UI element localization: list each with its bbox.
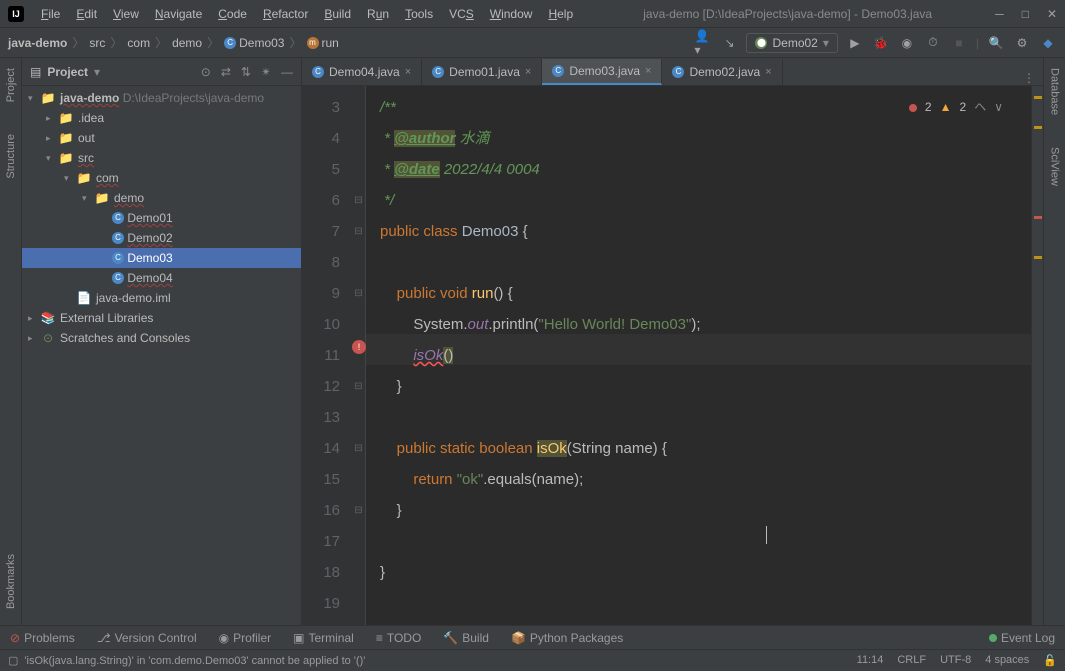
tabs-more-icon[interactable]: ⋮ xyxy=(1015,71,1043,85)
tree-file-demo02[interactable]: C Demo02 xyxy=(22,228,301,248)
expand-icon[interactable]: ⇄ xyxy=(221,65,231,79)
status-message: 'isOk(java.lang.String)' in 'com.demo.De… xyxy=(24,655,365,667)
project-tree: ▾📁java-demo D:\IdeaProjects\java-demo ▸📁… xyxy=(22,86,301,625)
menu-view[interactable]: View xyxy=(106,4,146,24)
tree-scratches[interactable]: ▸⊙Scratches and Consoles xyxy=(22,328,301,348)
tool-problems[interactable]: ⊘Problems xyxy=(10,631,75,645)
panel-mode-dropdown[interactable]: ▾ xyxy=(94,65,100,79)
gear-icon[interactable]: ✴ xyxy=(261,65,271,79)
run-button[interactable]: ▶ xyxy=(846,34,864,52)
menu-edit[interactable]: Edit xyxy=(69,4,104,24)
tree-file-demo01[interactable]: C Demo01 xyxy=(22,208,301,228)
status-indent[interactable]: 4 spaces xyxy=(985,654,1029,667)
tree-file-demo04[interactable]: C Demo04 xyxy=(22,268,301,288)
tool-vcs[interactable]: ⎇Version Control xyxy=(97,631,197,645)
menu-vcs[interactable]: VCS xyxy=(442,4,481,24)
menu-build[interactable]: Build xyxy=(317,4,358,24)
hide-icon[interactable]: — xyxy=(281,65,293,79)
maximize-button[interactable]: □ xyxy=(1022,7,1029,21)
tree-idea[interactable]: ▸📁.idea xyxy=(22,108,301,128)
panel-title: Project xyxy=(47,65,88,79)
tab-demo02[interactable]: CDemo02.java× xyxy=(662,59,782,85)
close-button[interactable]: ✕ xyxy=(1047,7,1057,21)
tool-bookmarks[interactable]: Bookmarks xyxy=(3,548,19,615)
crumb-demo[interactable]: demo xyxy=(172,36,202,50)
select-file-icon[interactable]: ⊙ xyxy=(201,65,211,79)
tool-build[interactable]: 🔨Build xyxy=(443,631,489,645)
breadcrumb: java-demo〉 src〉 com〉 demo〉 CDemo03〉 mrun xyxy=(8,34,339,51)
crumb-project[interactable]: java-demo xyxy=(8,36,67,50)
editor-tabs: CDemo04.java× CDemo01.java× CDemo03.java… xyxy=(302,58,1043,86)
chevron-up-icon[interactable]: ヘ xyxy=(974,92,986,123)
tree-demo[interactable]: ▾📁demo xyxy=(22,188,301,208)
close-icon[interactable]: × xyxy=(765,66,771,78)
tool-sciview[interactable]: SciView xyxy=(1047,141,1063,192)
lock-icon[interactable]: 🔓 xyxy=(1043,654,1057,667)
tree-com[interactable]: ▾📁com xyxy=(22,168,301,188)
main-menu: File Edit View Navigate Code Refactor Bu… xyxy=(34,4,580,24)
tool-profiler[interactable]: ◉Profiler xyxy=(219,631,272,645)
coverage-button[interactable]: ◉ xyxy=(898,34,916,52)
tool-eventlog[interactable]: Event Log xyxy=(989,631,1055,645)
tree-root[interactable]: ▾📁java-demo D:\IdeaProjects\java-demo xyxy=(22,88,301,108)
code-editor[interactable]: 345 678 91011 121314 151617 1819 ⊟ ⊟⊟ ⊟⊟… xyxy=(302,86,1043,625)
debug-button[interactable]: 🐞 xyxy=(872,34,890,52)
profile-button[interactable]: ⏱ xyxy=(924,34,942,52)
tool-project[interactable]: Project xyxy=(3,62,19,108)
ide-logo: IJ xyxy=(8,6,24,22)
error-indicator[interactable] xyxy=(909,104,917,112)
error-bulb-icon[interactable]: ! xyxy=(352,340,366,354)
tree-iml[interactable]: 📄java-demo.iml xyxy=(22,288,301,308)
collapse-icon[interactable]: ⇅ xyxy=(241,65,251,79)
plugin-icon[interactable]: ◆ xyxy=(1039,34,1057,52)
close-icon[interactable]: × xyxy=(525,66,531,78)
window-title: java-demo [D:\IdeaProjects\java-demo] - … xyxy=(580,7,995,21)
user-icon[interactable]: 👤▾ xyxy=(694,34,712,52)
tab-demo01[interactable]: CDemo01.java× xyxy=(422,59,542,85)
menu-window[interactable]: Window xyxy=(483,4,540,24)
tree-src[interactable]: ▾📁src xyxy=(22,148,301,168)
menu-help[interactable]: Help xyxy=(541,4,580,24)
text-cursor xyxy=(766,526,767,544)
tree-file-demo03[interactable]: C Demo03 xyxy=(22,248,301,268)
fold-gutter[interactable]: ⊟ ⊟⊟ ⊟⊟ ⊟ xyxy=(352,86,366,625)
menu-navigate[interactable]: Navigate xyxy=(148,4,209,24)
tool-python[interactable]: 📦Python Packages xyxy=(511,631,623,645)
folder-icon: ▤ xyxy=(30,65,41,79)
close-icon[interactable]: × xyxy=(405,66,411,78)
tool-database[interactable]: Database xyxy=(1047,62,1063,121)
tree-out[interactable]: ▸📁out xyxy=(22,128,301,148)
tab-demo03[interactable]: CDemo03.java× xyxy=(542,59,662,85)
tool-todo[interactable]: ≡TODO xyxy=(376,631,421,645)
chevron-down-icon[interactable]: ∨ xyxy=(994,92,1003,123)
line-numbers: 345 678 91011 121314 151617 1819 xyxy=(302,86,352,625)
minimize-button[interactable]: ─ xyxy=(995,7,1004,21)
tab-demo04[interactable]: CDemo04.java× xyxy=(302,59,422,85)
menu-tools[interactable]: Tools xyxy=(398,4,440,24)
crumb-src[interactable]: src xyxy=(89,36,105,50)
warning-indicator[interactable]: ▲ xyxy=(940,92,952,123)
crumb-method[interactable]: mrun xyxy=(307,36,339,50)
search-icon[interactable]: 🔍 xyxy=(987,34,1005,52)
menu-run[interactable]: Run xyxy=(360,4,396,24)
menu-file[interactable]: File xyxy=(34,4,67,24)
error-strip[interactable] xyxy=(1031,86,1043,625)
status-line-ending[interactable]: CRLF xyxy=(897,654,926,667)
back-arrow-icon[interactable]: ↘ xyxy=(720,34,738,52)
tool-structure[interactable]: Structure xyxy=(3,128,19,185)
run-config-select[interactable]: ⬤Demo02 ▾ xyxy=(746,33,837,53)
tree-external-libs[interactable]: ▸📚External Libraries xyxy=(22,308,301,328)
close-icon[interactable]: × xyxy=(645,65,651,77)
menu-code[interactable]: Code xyxy=(211,4,254,24)
status-icon[interactable]: ▢ xyxy=(8,654,18,667)
status-encoding[interactable]: UTF-8 xyxy=(940,654,971,667)
stop-button[interactable]: ■ xyxy=(950,34,968,52)
menu-refactor[interactable]: Refactor xyxy=(256,4,315,24)
tool-terminal[interactable]: ▣Terminal xyxy=(293,631,354,645)
status-position[interactable]: 11:14 xyxy=(857,654,884,667)
crumb-class[interactable]: CDemo03 xyxy=(224,36,284,50)
crumb-com[interactable]: com xyxy=(127,36,150,50)
project-panel: ▤ Project ▾ ⊙ ⇄ ⇅ ✴ — ▾📁java-demo D:\Ide… xyxy=(22,58,302,625)
settings-icon[interactable]: ⚙ xyxy=(1013,34,1031,52)
